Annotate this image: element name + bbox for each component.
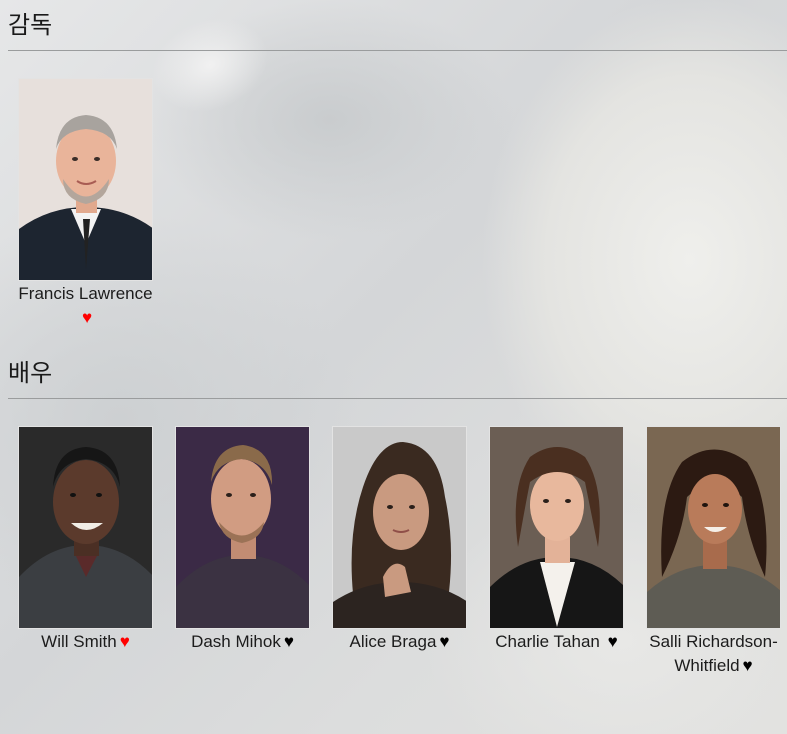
director-grid: Francis Lawrence♥ (8, 51, 787, 348)
credits-panel: 감독 Francis Lawrence♥ 배우 Will Smith ♥ Das… (0, 0, 787, 678)
actor-section: 배우 Will Smith ♥ Dash Mihok ♥ Alice Braga… (8, 348, 787, 678)
person-name[interactable]: Charlie Tahan ♥ (489, 629, 624, 654)
heart-icon[interactable]: ♥ (82, 309, 92, 326)
person-card-actor-1[interactable]: Dash Mihok ♥ (175, 426, 310, 678)
person-card-actor-3[interactable]: Charlie Tahan ♥ (489, 426, 624, 678)
person-name[interactable]: Salli Richardson-Whitfield ♥ (646, 629, 781, 678)
person-name[interactable]: Francis Lawrence♥ (18, 281, 153, 330)
person-card-actor-2[interactable]: Alice Braga ♥ (332, 426, 467, 678)
person-photo[interactable] (489, 426, 624, 629)
director-section: 감독 Francis Lawrence♥ (8, 0, 787, 348)
person-card-director-0[interactable]: Francis Lawrence♥ (18, 78, 153, 330)
person-photo[interactable] (18, 426, 153, 629)
person-photo[interactable] (332, 426, 467, 629)
actor-grid: Will Smith ♥ Dash Mihok ♥ Alice Braga ♥ … (8, 399, 787, 678)
actor-heading: 배우 (8, 348, 787, 399)
person-photo[interactable] (18, 78, 153, 281)
person-name[interactable]: Will Smith ♥ (18, 629, 153, 654)
person-card-actor-4[interactable]: Salli Richardson-Whitfield ♥ (646, 426, 781, 678)
heart-icon[interactable]: ♥ (284, 633, 294, 650)
person-photo[interactable] (646, 426, 781, 629)
heart-icon[interactable]: ♥ (120, 633, 130, 650)
heart-icon[interactable]: ♥ (608, 633, 618, 650)
person-name[interactable]: Dash Mihok ♥ (175, 629, 310, 654)
person-name[interactable]: Alice Braga ♥ (332, 629, 467, 654)
director-heading: 감독 (8, 0, 787, 51)
person-card-actor-0[interactable]: Will Smith ♥ (18, 426, 153, 678)
heart-icon[interactable]: ♥ (743, 657, 753, 674)
person-photo[interactable] (175, 426, 310, 629)
heart-icon[interactable]: ♥ (439, 633, 449, 650)
